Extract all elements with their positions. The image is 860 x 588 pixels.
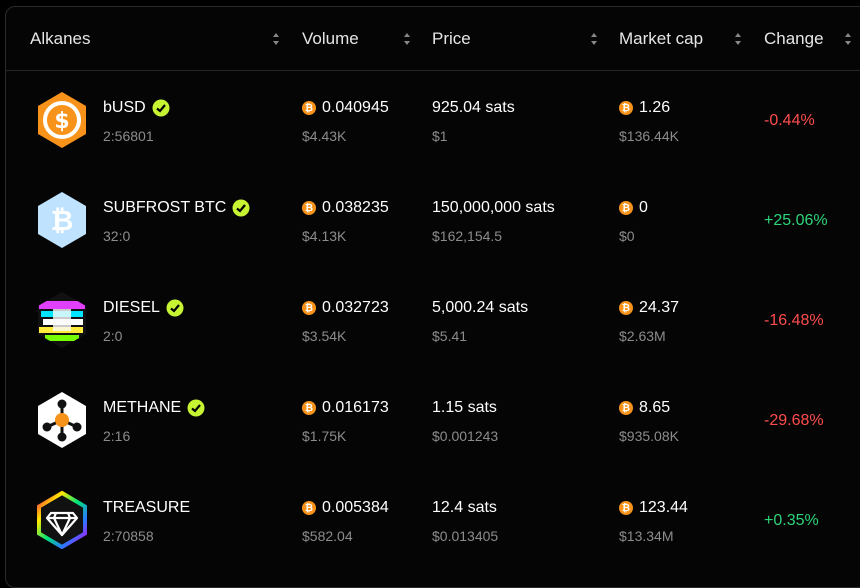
sort-icon[interactable] [590,31,598,47]
table-row[interactable]: DIESEL 2:0 ₿ 0.032723 $3.54K 5,000.24 sat… [6,271,860,371]
market-cap-usd: $2.63M [619,328,666,344]
volume-usd: $582.04 [302,528,353,544]
token-name: SUBFROST BTC [103,199,250,217]
price-value: 150,000,000 sats [432,199,555,216]
sort-icon[interactable] [403,31,411,47]
market-cap-usd: $136.44K [619,128,679,144]
token-id: 2:16 [103,428,131,444]
sort-icon[interactable] [844,31,852,47]
header-market-cap[interactable]: Market cap [619,29,703,49]
market-cap-value: ₿ 1.26 [619,99,670,117]
change-value: +0.35% [764,512,819,529]
change-value: -29.68% [764,412,824,429]
price-value: 925.04 sats [432,99,515,116]
market-cap-usd: $935.08K [619,428,679,444]
volume-usd: $4.13K [302,228,347,244]
token-name-text: DIESEL [103,299,160,316]
price-value: 1.15 sats [432,399,497,416]
verified-icon [187,399,205,417]
bitcoin-icon: ₿ [302,401,316,415]
volume-usd: $1.75K [302,428,347,444]
table-row[interactable]: METHANE 2:16 ₿ 0.016173 $1.75K 1.15 sats … [6,371,860,471]
bitcoin-icon: ₿ [619,501,633,515]
market-cap-usd: $13.34M [619,528,674,544]
market-cap-usd: $0 [619,228,635,244]
diesel-glitch-icon [33,291,91,349]
bitcoin-icon: ₿ [302,201,316,215]
header-price[interactable]: Price [432,29,471,49]
token-name-text: SUBFROST BTC [103,199,227,216]
table-row[interactable]: ₿ SUBFROST BTC 32:0 ₿ 0.038235 $4.13K 150… [6,171,860,271]
volume-usd: $4.43K [302,128,347,144]
change-value: -16.48% [764,312,824,329]
table-row[interactable]: $ bUSD 2:56801 ₿ 0.040945 $4.43K 925.04 s… [6,71,860,171]
dollar-coin-icon: $ [33,91,91,149]
verified-icon [232,199,250,217]
price-value: 12.4 sats [432,499,497,516]
token-name-text: METHANE [103,399,182,416]
bitcoin-icon: ₿ [302,101,316,115]
verified-icon [152,99,170,117]
token-name-text: TREASURE [103,499,191,516]
header-volume[interactable]: Volume [302,29,359,49]
table-row[interactable]: TREASURE 2:70858 ₿ 0.005384 $582.04 12.4 … [6,471,860,571]
svg-text:$: $ [54,109,69,134]
token-name: METHANE [103,399,205,417]
price-usd: $0.013405 [432,528,499,544]
header-alkanes[interactable]: Alkanes [30,29,90,49]
token-id: 2:56801 [103,128,154,144]
token-name: DIESEL [103,299,184,317]
change-value: -0.44% [764,112,815,129]
token-name-text: bUSD [103,99,146,116]
bitcoin-icon: ₿ [619,301,633,315]
volume-value: ₿ 0.040945 [302,99,389,117]
bitcoin-icon: ₿ [302,501,316,515]
price-usd: $162,154.5 [432,228,503,244]
price-value: 5,000.24 sats [432,299,529,316]
token-id: 32:0 [103,228,131,244]
molecule-icon [33,391,91,449]
table-header: Alkanes Volume Price Market cap Change [6,7,860,71]
price-usd: $1 [432,128,448,144]
token-id: 2:0 [103,328,123,344]
market-cap-value: ₿ 123.44 [619,499,688,517]
bitcoin-icon: ₿ [302,301,316,315]
bitcoin-hex-icon: ₿ [33,191,91,249]
market-cap-value: ₿ 0 [619,199,648,217]
header-change[interactable]: Change [764,29,824,49]
diamond-icon [33,490,91,550]
token-name: TREASURE [103,499,190,517]
volume-value: ₿ 0.032723 [302,299,389,317]
volume-value: ₿ 0.005384 [302,499,389,517]
volume-value: ₿ 0.038235 [302,199,389,217]
volume-usd: $3.54K [302,328,347,344]
sort-icon[interactable] [272,31,280,47]
token-name: bUSD [103,99,170,117]
price-usd: $0.001243 [432,428,499,444]
volume-value: ₿ 0.016173 [302,399,389,417]
bitcoin-icon: ₿ [619,201,633,215]
market-cap-value: ₿ 24.37 [619,299,679,317]
bitcoin-icon: ₿ [619,101,633,115]
market-cap-value: ₿ 8.65 [619,399,670,417]
change-value: +25.06% [764,212,828,229]
price-usd: $5.41 [432,328,468,344]
bitcoin-icon: ₿ [619,401,633,415]
sort-icon[interactable] [734,31,742,47]
token-id: 2:70858 [103,528,154,544]
alkanes-table: Alkanes Volume Price Market cap Change $… [5,6,860,588]
verified-icon [166,299,184,317]
svg-text:₿: ₿ [51,204,74,237]
